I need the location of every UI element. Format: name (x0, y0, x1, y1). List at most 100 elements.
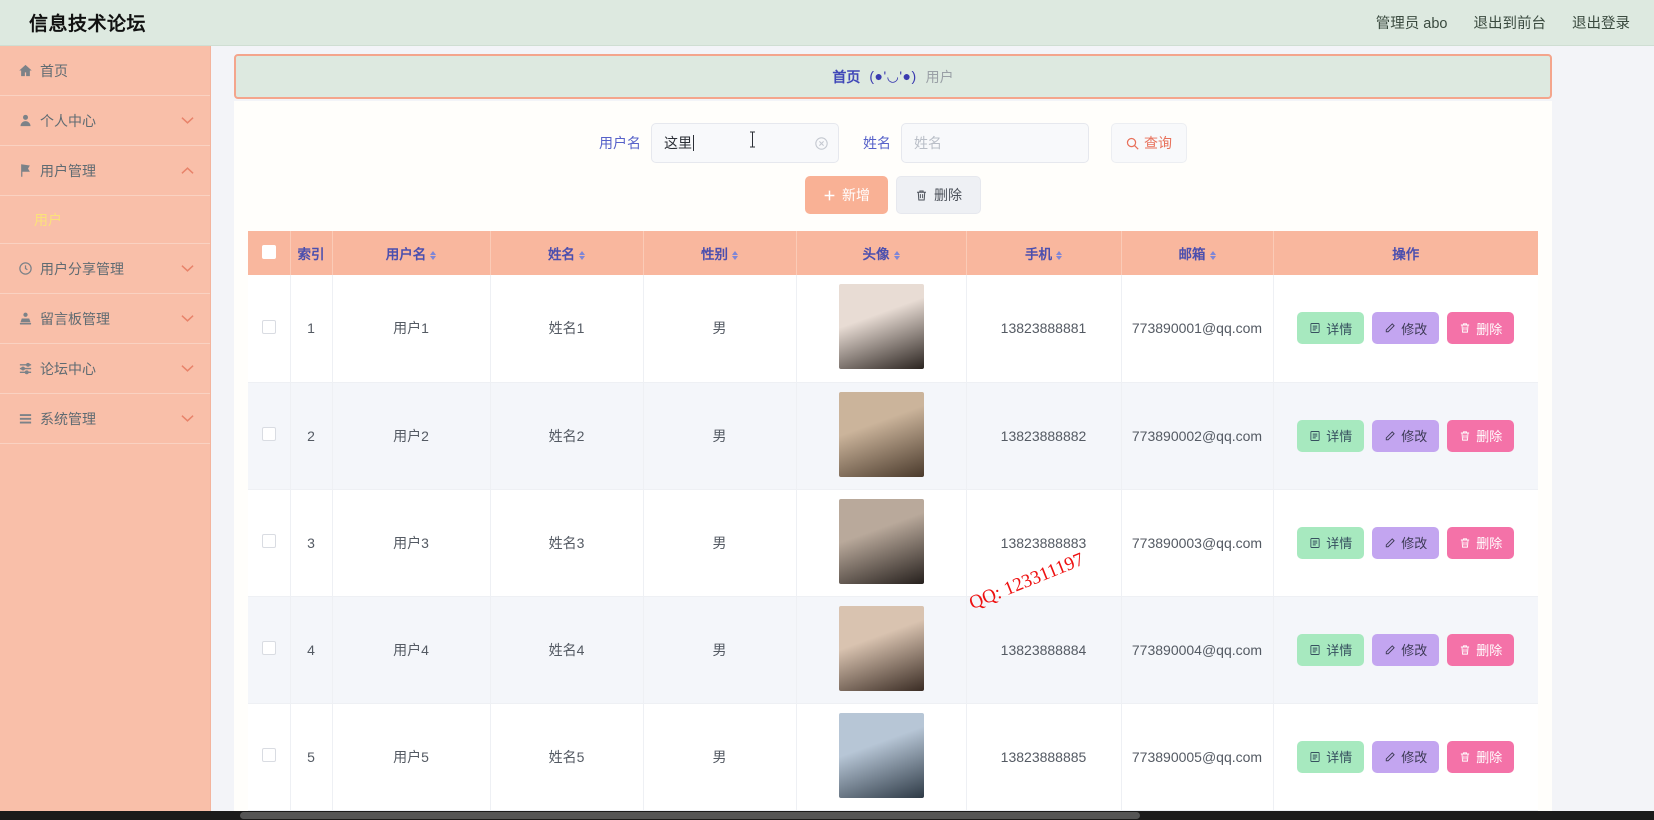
table-row: 4 用户4 姓名4 男 13823888884 773890004@qq.com 详情 修改 删… (248, 596, 1539, 704)
cell-name: 姓名5 (490, 703, 644, 811)
sidebar-subitem-user[interactable]: 用户 (0, 196, 210, 244)
cell-name-value: 姓名1 (548, 320, 585, 337)
sort-icon[interactable] (732, 250, 738, 260)
detail-button[interactable]: 详情 (1297, 740, 1365, 773)
sidebar-item-user-share-management[interactable]: 用户分享管理 (0, 244, 210, 294)
detail-button[interactable]: 详情 (1297, 312, 1365, 345)
edit-button[interactable]: 修改 (1372, 740, 1440, 773)
cell-username-value: 用户1 (393, 320, 429, 337)
cell-name-value: 姓名2 (548, 427, 585, 444)
sort-icon[interactable] (579, 250, 585, 260)
cell-username-value: 用户2 (393, 427, 429, 444)
row-delete-button-label: 删除 (1476, 750, 1503, 765)
admin-user-label[interactable]: 管理员 abo (1376, 12, 1448, 33)
edit-button[interactable]: 修改 (1372, 419, 1440, 452)
edit-icon (1384, 751, 1396, 763)
sidebar-item-forum-center-label: 论坛中心 (40, 360, 96, 377)
avatar (838, 391, 924, 477)
horizontal-scrollbar-thumb[interactable] (240, 812, 1140, 819)
cell-avatar (796, 382, 967, 490)
cell-gender: 男 (643, 275, 797, 383)
sidebar-item-system-management-label: 系统管理 (40, 410, 96, 427)
detail-button-label: 详情 (1326, 750, 1353, 765)
table-header-cell-email[interactable]: 邮箱 (1121, 231, 1274, 275)
row-delete-button[interactable]: 删除 (1447, 419, 1515, 452)
cell-phone-value: 13823888884 (1000, 641, 1087, 658)
sort-icon[interactable] (1209, 250, 1216, 260)
row-checkbox[interactable] (261, 641, 276, 655)
detail-button[interactable]: 详情 (1297, 633, 1365, 666)
table-header-cell-select-all (248, 231, 291, 275)
table-header-cell-gender[interactable]: 性别 (643, 231, 797, 275)
sidebar-item-personal-center[interactable]: 个人中心 (0, 96, 210, 146)
add-button[interactable]: 新增 (805, 176, 888, 214)
avatar (838, 284, 924, 370)
detail-button[interactable]: 详情 (1297, 419, 1365, 452)
row-checkbox[interactable] (261, 319, 276, 334)
sort-icon[interactable] (893, 250, 900, 260)
edit-button[interactable]: 修改 (1372, 526, 1440, 559)
row-checkbox[interactable] (261, 534, 276, 548)
edit-button-label: 修改 (1401, 536, 1428, 551)
cell-email: 773890004@qq.com (1121, 596, 1274, 704)
username-input-value: 这里 (664, 135, 692, 151)
cell-email: 773890005@qq.com (1121, 703, 1274, 811)
user-table-wrap: 索引 用户名 姓名 性别 头像 手机 邮箱 操作 1 用户1 姓名1 男 13823888881 773… (248, 231, 1538, 811)
table-header-label-operations: 操作 (1392, 247, 1420, 262)
edit-button[interactable]: 修改 (1372, 633, 1440, 666)
sidebar-item-system-management[interactable]: 系统管理 (0, 394, 210, 444)
sort-icon[interactable] (430, 250, 437, 260)
row-delete-button[interactable]: 删除 (1447, 633, 1515, 666)
row-checkbox[interactable] (261, 748, 276, 762)
table-header-cell-username[interactable]: 用户名 (332, 231, 491, 275)
sidebar-item-home-label: 首页 (40, 62, 68, 79)
cell-username: 用户3 (332, 489, 491, 597)
sidebar-item-home[interactable]: 首页 (0, 46, 210, 96)
table-header-cell-name[interactable]: 姓名 (490, 231, 644, 275)
sidebar-item-user-management[interactable]: 用户管理 (0, 146, 210, 196)
cell-avatar (796, 596, 967, 704)
search-input-name[interactable]: 姓名 (901, 123, 1089, 163)
row-delete-button[interactable]: 删除 (1447, 740, 1515, 773)
table-header-cell-avatar[interactable]: 头像 (796, 231, 967, 275)
breadcrumb-separator-icon: (●'◡'●) (869, 68, 917, 84)
clear-icon[interactable] (815, 136, 828, 150)
cell-email: 773890003@qq.com (1121, 489, 1274, 597)
row-delete-button-label: 删除 (1476, 429, 1503, 444)
cell-name-value: 姓名5 (548, 748, 585, 765)
brand-title: 信息技术论坛 (29, 14, 147, 35)
row-delete-button[interactable]: 删除 (1447, 312, 1515, 345)
cell-operations: 详情 修改 删除 (1273, 489, 1538, 597)
cell-gender: 男 (643, 703, 797, 811)
query-button[interactable]: 查询 (1111, 123, 1187, 163)
sidebar-item-message-board-management[interactable]: 留言板管理 (0, 294, 210, 344)
sidebar-item-forum-center[interactable]: 论坛中心 (0, 344, 210, 394)
exit-to-front-link[interactable]: 退出到前台 (1474, 12, 1547, 33)
breadcrumb-home-link[interactable]: 首页 (832, 67, 860, 87)
table-header-cell-phone[interactable]: 手机 (966, 231, 1122, 275)
cell-index-value: 4 (307, 641, 315, 658)
cell-index-value: 1 (307, 320, 315, 337)
logout-link[interactable]: 退出登录 (1572, 12, 1630, 33)
table-header-label-gender: 性别 (701, 247, 728, 262)
select-all-checkbox[interactable] (261, 244, 276, 259)
operation-buttons: 详情 修改 删除 (1274, 633, 1539, 666)
cell-index: 4 (290, 596, 333, 704)
home-icon (18, 63, 40, 78)
edit-button[interactable]: 修改 (1372, 312, 1440, 345)
edit-icon (1384, 430, 1396, 442)
horizontal-scrollbar[interactable] (0, 811, 1654, 820)
row-checkbox[interactable] (261, 427, 276, 441)
cell-avatar (796, 275, 967, 383)
delete-button[interactable]: 删除 (896, 176, 981, 214)
text-caret (693, 135, 694, 151)
name-input-placeholder: 姓名 (914, 135, 942, 151)
cell-phone: 13823888883 (966, 489, 1122, 597)
sort-icon[interactable] (1056, 250, 1062, 260)
cell-operations: 详情 修改 删除 (1273, 382, 1538, 490)
row-delete-button[interactable]: 删除 (1447, 526, 1515, 559)
table-body: 1 用户1 姓名1 男 13823888881 773890001@qq.com 详情 修改删… (248, 275, 1539, 811)
detail-icon (1309, 751, 1321, 763)
search-input-username[interactable]: 这里 (651, 123, 839, 163)
detail-button[interactable]: 详情 (1297, 526, 1365, 559)
